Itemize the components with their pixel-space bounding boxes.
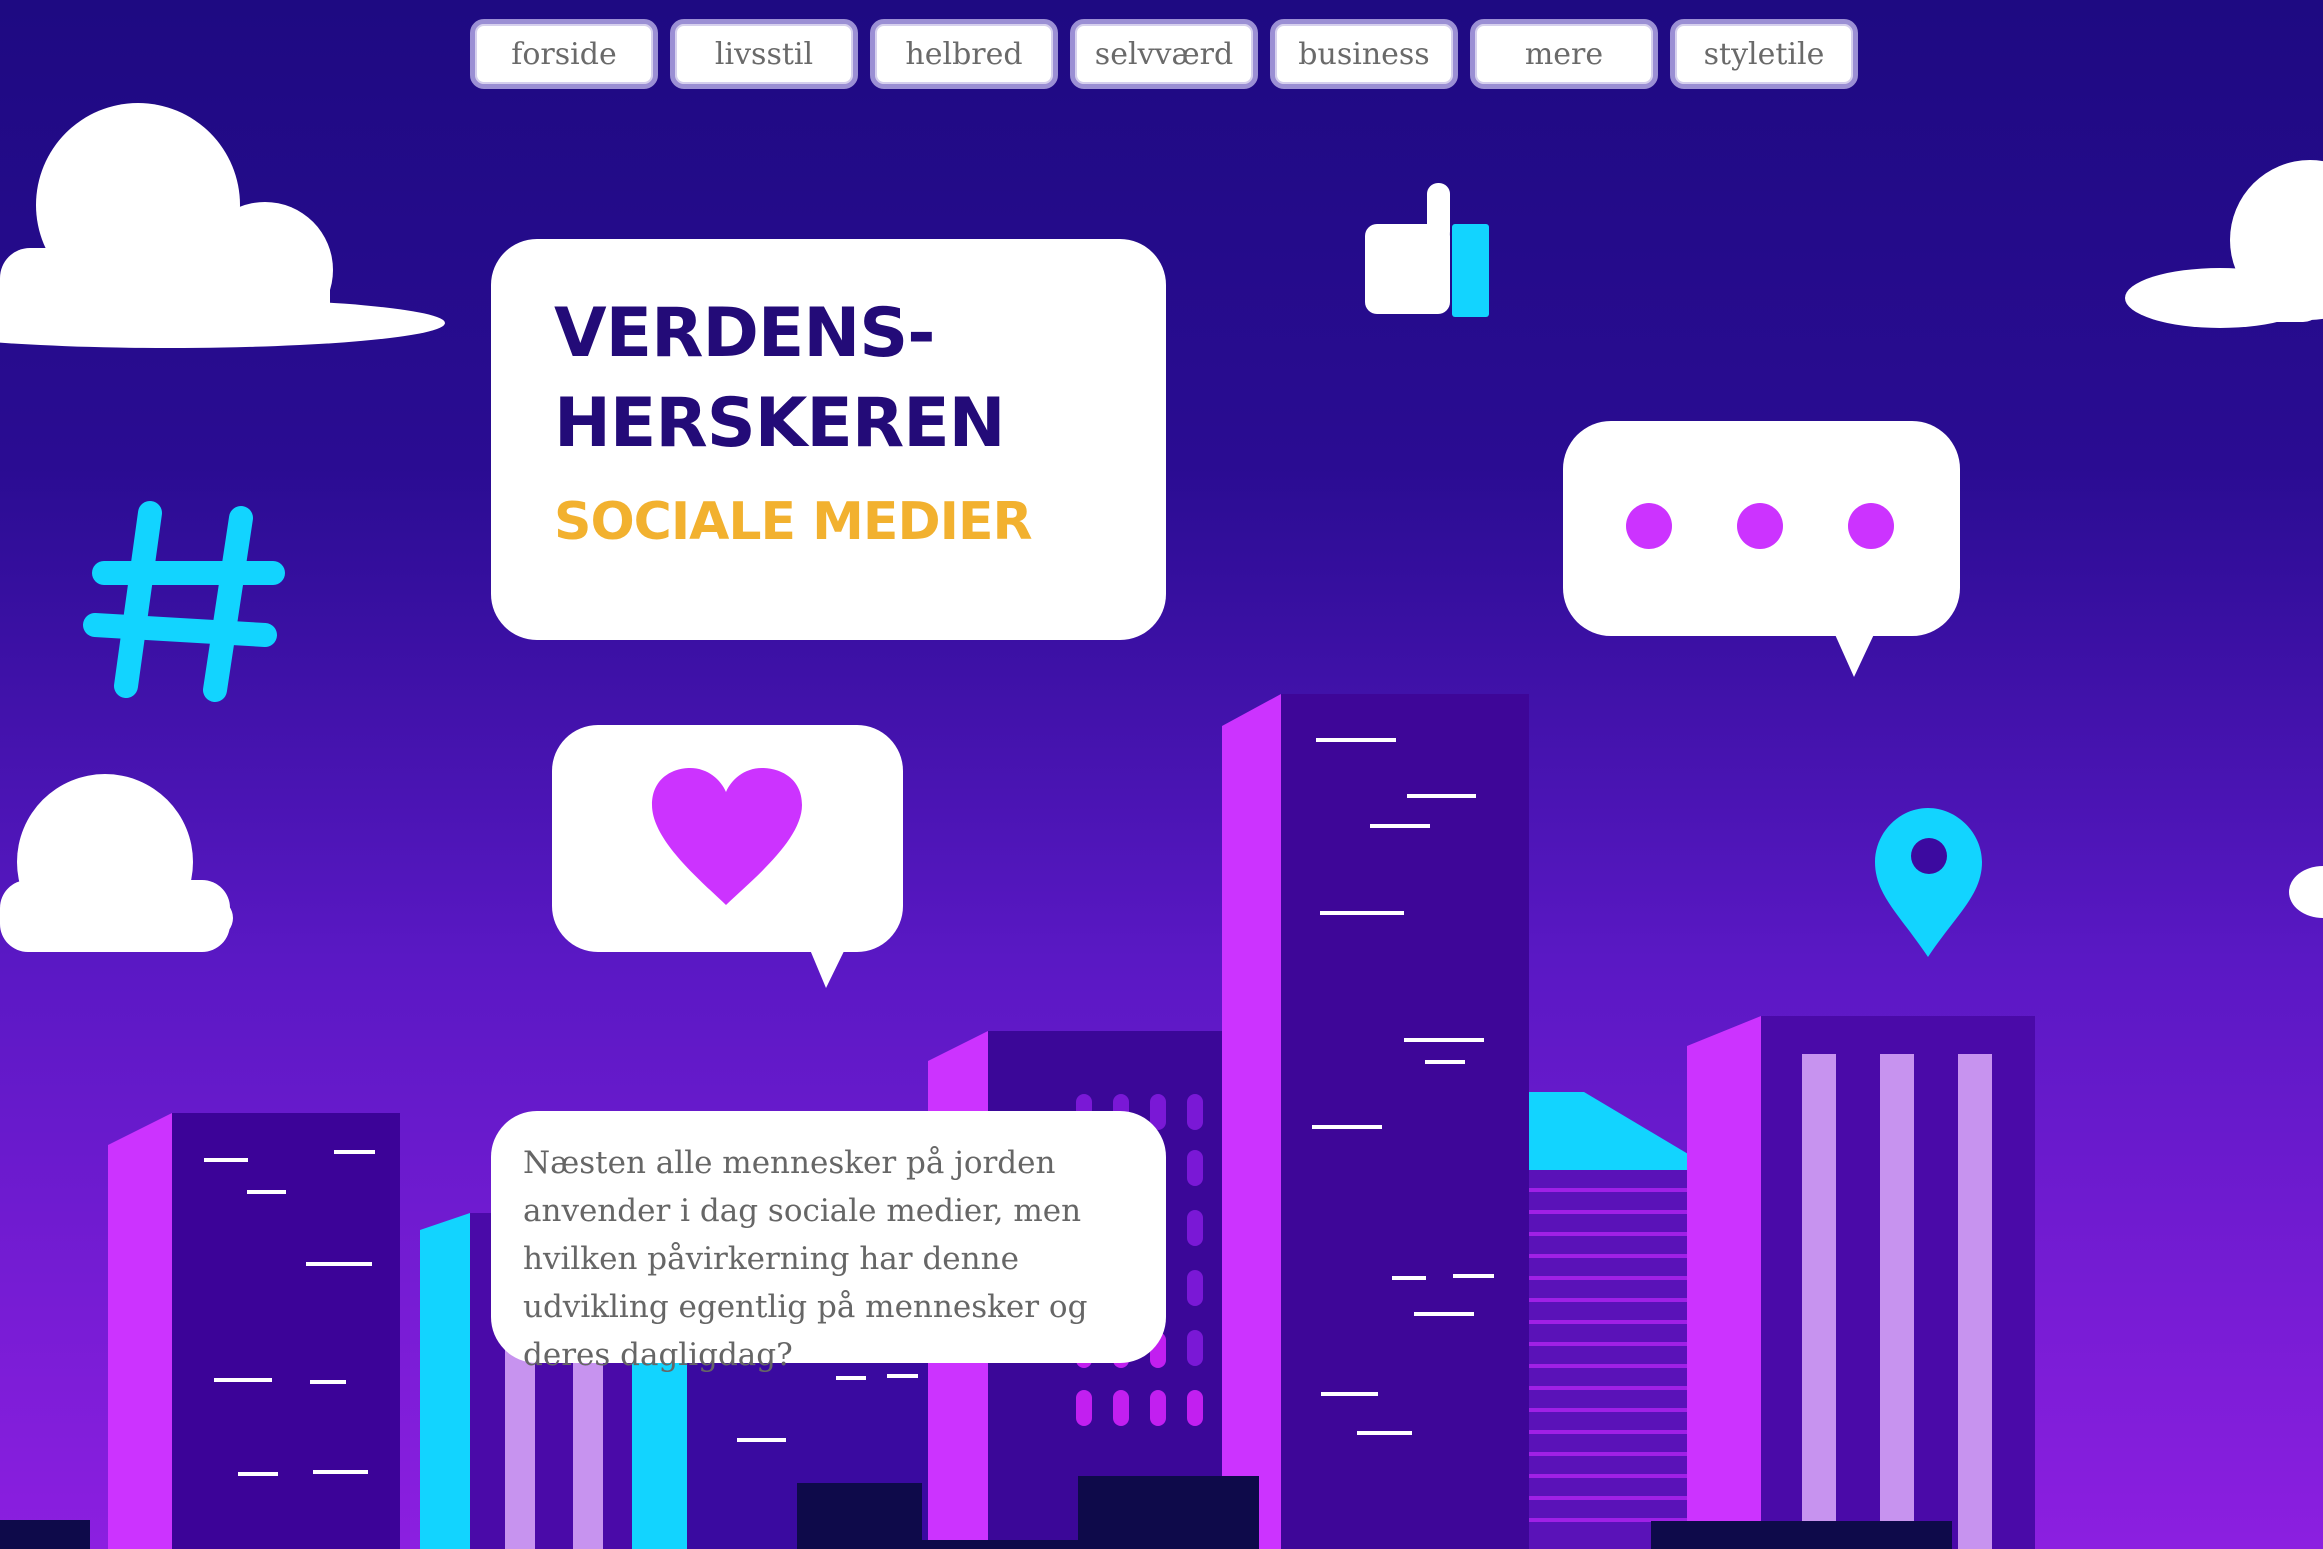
intro-text: Næsten alle mennesker på jorden anvender… bbox=[523, 1145, 1088, 1373]
location-pin-icon bbox=[1875, 808, 1982, 957]
page-title-line2: HERSKEREN bbox=[554, 384, 1006, 463]
page-subtitle: SOCIALE MEDIER bbox=[554, 492, 1033, 552]
cloud-icon bbox=[2125, 160, 2323, 328]
hero-title-card: VERDENS- HERSKEREN SOCIALE MEDIER bbox=[491, 239, 1166, 640]
typing-bubble-icon bbox=[1563, 421, 1960, 677]
nav-business-button[interactable]: business bbox=[1270, 19, 1458, 89]
cloud-icon bbox=[2289, 866, 2323, 918]
intro-card: Næsten alle mennesker på jorden anvender… bbox=[491, 1111, 1166, 1373]
nav-styletile-button[interactable]: styletile bbox=[1670, 19, 1858, 89]
page-title-line1: VERDENS- bbox=[554, 294, 935, 373]
nav-livsstil-button[interactable]: livsstil bbox=[670, 19, 858, 89]
hashtag-icon bbox=[83, 501, 285, 702]
thumbs-up-icon bbox=[1365, 183, 1489, 317]
main-nav: forside livsstil helbred selvværd busine… bbox=[470, 19, 1858, 89]
cloud-icon bbox=[0, 774, 233, 952]
nav-forside-button[interactable]: forside bbox=[470, 19, 658, 89]
nav-selvvaerd-button[interactable]: selvværd bbox=[1070, 19, 1258, 89]
nav-mere-button[interactable]: mere bbox=[1470, 19, 1658, 89]
heart-bubble-icon bbox=[552, 725, 903, 988]
nav-helbred-button[interactable]: helbred bbox=[870, 19, 1058, 89]
cloud-icon bbox=[0, 103, 445, 348]
